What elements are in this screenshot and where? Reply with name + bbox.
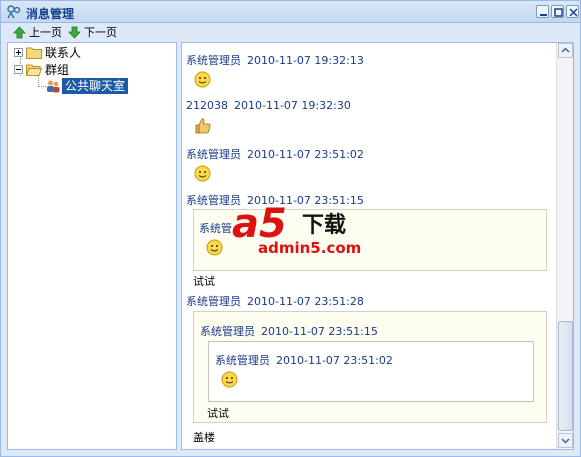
quoted-message-header: 系统管理员 2010-11-07 23:51:02: [215, 352, 393, 368]
vertical-scrollbar[interactable]: [556, 43, 573, 449]
tree-line: [38, 86, 46, 87]
arrow-up-icon: [13, 25, 26, 38]
message-sender: 系统管理员: [186, 148, 241, 161]
next-page-label: 下一页: [84, 26, 117, 39]
tree-node-contacts[interactable]: 联系人: [14, 43, 81, 61]
smiley-icon: [206, 239, 223, 256]
minimize-button[interactable]: [536, 5, 549, 18]
watermark-suffix: 下载: [302, 213, 347, 238]
title-bar: 消息管理: [1, 1, 580, 23]
message-text: 试试: [207, 407, 229, 420]
folder-open-icon: [26, 64, 42, 76]
arrow-down-icon: [68, 26, 81, 39]
nested-quoted-message: 系统管理员 2010-11-07 23:51:02: [208, 341, 534, 402]
smiley-icon: [194, 165, 211, 182]
close-icon: [569, 8, 578, 17]
close-button[interactable]: [566, 5, 579, 18]
folder-icon: [26, 47, 42, 59]
message-sender: 系统管理员: [215, 354, 270, 367]
message-sender: 系统管: [199, 222, 232, 235]
message-manager-window: 消息管理 上一页 下一页 联系人 群组 公共聊天室 系统管理员 2010-11-…: [0, 0, 581, 457]
message-sender: 212038: [186, 99, 228, 112]
tree-node-public-room[interactable]: 公共聊天室: [46, 77, 129, 95]
message-text: 试试: [193, 275, 215, 288]
scroll-thumb[interactable]: [558, 321, 573, 431]
prev-page-button[interactable]: 上一页: [13, 24, 62, 40]
thumbs-up-icon: [195, 118, 211, 134]
quoted-message-header: 系统管: [199, 220, 232, 236]
message-time: 2010-11-07 23:51:02: [276, 354, 393, 367]
tree-node-label: 联系人: [45, 45, 82, 60]
maximize-button[interactable]: [551, 5, 564, 18]
message-time: 2010-11-07 23:51:15: [261, 325, 378, 338]
message-time: 2010-11-07 23:51:02: [247, 148, 364, 161]
watermark-logo: a5 下载 admin5.com: [232, 201, 372, 261]
watermark-url: admin5.com: [258, 239, 362, 257]
message-time: 2010-11-07 23:51:28: [247, 295, 364, 308]
smiley-icon: [221, 371, 238, 388]
tree-node-label: 公共聊天室: [62, 78, 129, 94]
message-sender: 系统管理员: [200, 325, 255, 338]
collapse-toggle[interactable]: [14, 64, 23, 74]
message-header: 系统管理员 2010-11-07 23:51:02: [186, 146, 364, 162]
message-sender: 系统管理员: [186, 295, 241, 308]
scroll-down-button[interactable]: [558, 433, 573, 448]
window-title: 消息管理: [26, 7, 75, 21]
chat-people-icon: [7, 5, 21, 19]
message-header: 212038 2010-11-07 19:32:30: [186, 99, 351, 112]
group-users-icon: [47, 80, 60, 93]
message-time: 2010-11-07 19:32:13: [247, 54, 364, 67]
quoted-message: 系统管理员 2010-11-07 23:51:15 系统管理员 2010-11-07…: [193, 311, 547, 423]
tree-node-groups[interactable]: 群组: [14, 60, 69, 78]
chevron-up-icon: [561, 47, 570, 53]
toolbar: 上一页 下一页: [1, 23, 580, 42]
smiley-icon: [194, 71, 211, 88]
message-time: 2010-11-07 19:32:30: [234, 99, 351, 112]
prev-page-label: 上一页: [29, 26, 62, 39]
contact-tree: 联系人 群组 公共聊天室: [7, 42, 177, 450]
message-header: 系统管理员 2010-11-07 23:51:28: [186, 293, 364, 309]
quoted-message-header: 系统管理员 2010-11-07 23:51:15: [200, 323, 378, 339]
scroll-up-button[interactable]: [558, 43, 573, 58]
maximize-icon: [554, 8, 563, 17]
message-header: 系统管理员 2010-11-07 19:32:13: [186, 52, 364, 68]
chevron-down-icon: [561, 438, 570, 444]
message-text: 盖楼: [193, 431, 215, 444]
message-sender: 系统管理员: [186, 54, 241, 67]
next-page-button[interactable]: 下一页: [68, 24, 117, 40]
minimize-icon: [540, 14, 547, 16]
tree-node-label: 群组: [45, 62, 70, 77]
expand-toggle[interactable]: [14, 47, 23, 57]
